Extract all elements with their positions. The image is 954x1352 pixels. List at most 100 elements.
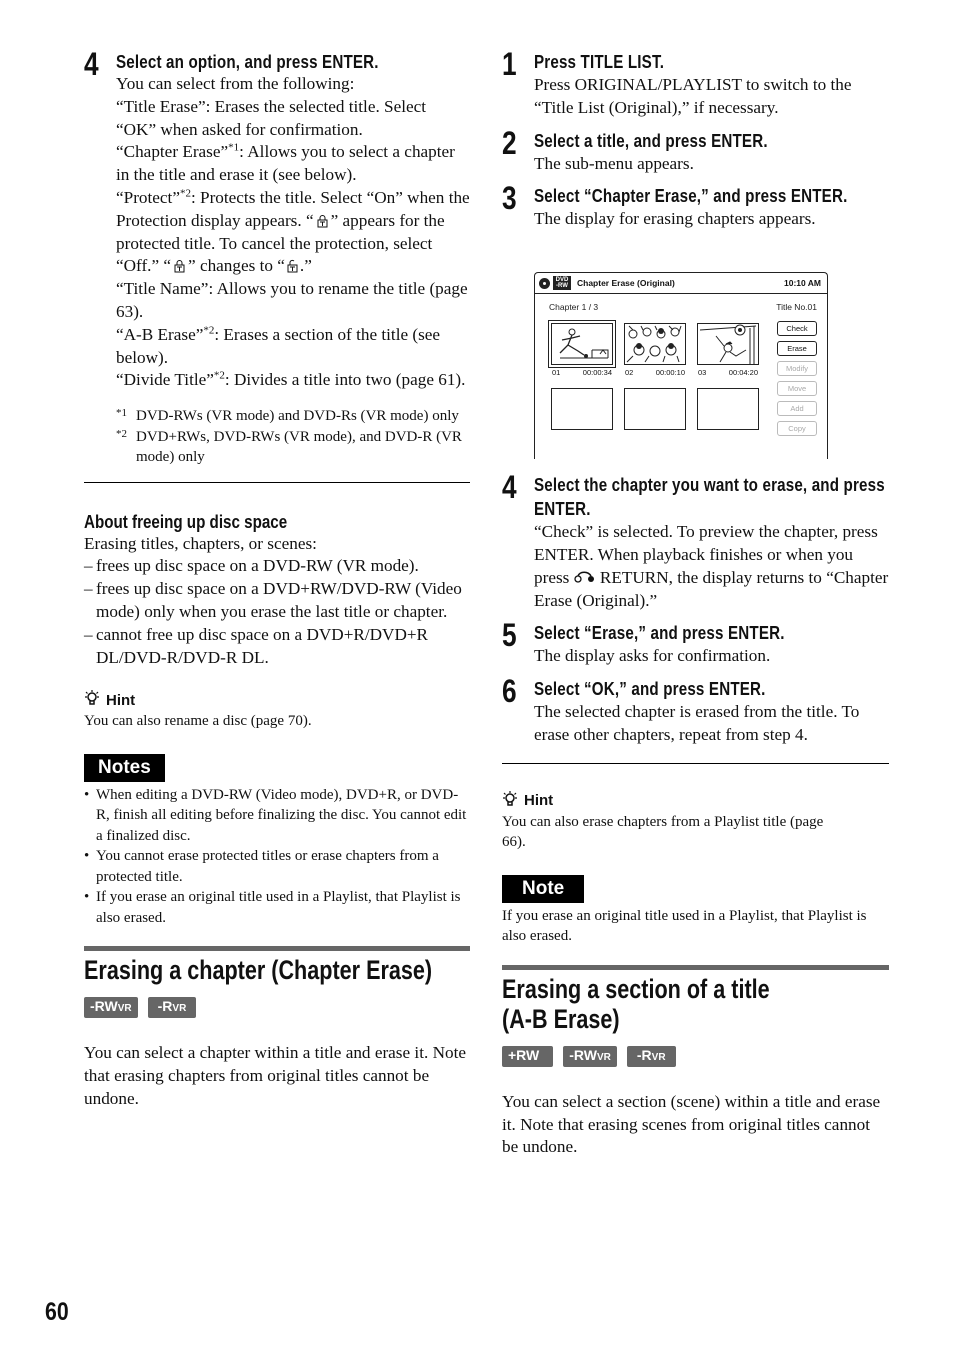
about-heading: About freeing up disc space — [84, 510, 288, 532]
hint-box: Hint You can also rename a disc (page 70… — [84, 689, 470, 732]
hint-text: You can also rename a disc (page 70). — [84, 713, 312, 730]
disc-badge: -RVR — [147, 997, 197, 1019]
empty-thumb-slot — [551, 388, 613, 448]
step-number: 1 — [502, 46, 517, 82]
step-heading: Select a title, and press ENTER. — [534, 129, 768, 151]
option-title-name: “Title Name”: Allows you to rename the t… — [116, 279, 468, 321]
disc-badge: -RWVR — [84, 997, 138, 1019]
empty-thumb-slot — [624, 388, 686, 448]
page-number: 60 — [45, 1298, 69, 1326]
screen-buttons: Check Erase Modify Move Add Copy — [777, 321, 817, 436]
hint-label: Hint — [524, 792, 554, 810]
step-body: The display for erasing chapters appears… — [534, 209, 816, 229]
screen-time: 10:10 AM — [783, 278, 821, 288]
chapter-thumb[interactable]: 03 00:04:20 — [697, 323, 759, 383]
lock-closed-icon — [174, 257, 185, 273]
step-body: “Check” is selected. To preview the chap… — [534, 522, 889, 610]
ab-erase-section: Erasing a section of a title (A-B Erase)… — [502, 964, 889, 1159]
section-text: You can select a section (scene) within … — [502, 1091, 881, 1157]
about-item: – frees up disc space on a DVD+RW/DVD-RW … — [84, 579, 462, 622]
section-bar — [502, 964, 889, 970]
step-body: The sub-menu appears. — [534, 153, 694, 173]
option-divide-title: “Divide Title”*2: Divides a title into t… — [116, 369, 466, 390]
hint-text: You can also erase chapters from a Playl… — [502, 813, 824, 851]
step-1: 1 Press TITLE LIST. Press ORIGINAL/PLAYL… — [502, 46, 889, 120]
note-label: Note — [502, 874, 585, 903]
note-item: • You cannot erase protected titles or er… — [84, 848, 439, 885]
section-text: You can select a chapter within a title … — [84, 1043, 466, 1109]
lock-closed-icon — [317, 212, 328, 228]
step-4-select-option: 4 Select an option, and press ENTER. You… — [84, 46, 470, 468]
disc-badge: +RW — [502, 1045, 554, 1067]
step-body: The display asks for confirmation. — [534, 646, 771, 666]
dvd-rw-icon: DVD -RW — [553, 276, 571, 290]
about-item: – frees up disc space on a DVD-RW (VR mod… — [84, 556, 419, 576]
goalkeeper-image — [698, 324, 758, 364]
erase-button[interactable]: Erase — [777, 341, 817, 356]
step-2: 2 Select a title, and press ENTER. The s… — [502, 125, 889, 176]
notes-label: Notes — [84, 753, 165, 782]
lock-open-icon — [287, 257, 298, 273]
step-6: 6 Select “OK,” and press ENTER. The sele… — [502, 673, 889, 747]
screen-title: Chapter Erase (Original) — [577, 278, 675, 288]
chapter-erase-screen: DVD -RW Chapter Erase (Original) 10:10 A… — [534, 272, 828, 459]
step-heading: Press TITLE LIST. — [534, 51, 665, 72]
chapter-time: 00:04:20 — [728, 368, 758, 377]
disc-badge: -RWVR — [563, 1045, 617, 1067]
section-title-line2: (A-B Erase) — [502, 1003, 620, 1034]
screen-header: DVD -RW Chapter Erase (Original) 10:10 A… — [535, 273, 827, 294]
lightbulb-icon — [502, 790, 518, 812]
empty-thumb-slot — [697, 388, 759, 448]
note-item: • When editing a DVD-RW (Video mode), DVD… — [84, 786, 467, 844]
copy-button[interactable]: Copy — [777, 421, 817, 436]
disc-badges: +RW -RWVR -RVR — [502, 1045, 889, 1067]
footnote-1: *1 DVD-RWs (VR mode) and DVD-Rs (VR mode)… — [116, 407, 459, 425]
hint-box: Hint You can also erase chapters from a … — [502, 790, 889, 853]
step-3: 3 Select “Chapter Erase,” and press ENTE… — [502, 180, 889, 231]
chapter-counter: Chapter 1 / 3 — [549, 302, 599, 312]
chapter-thumb[interactable]: 01 00:00:34 — [548, 320, 616, 383]
chapter-thumbnails: 01 00:00:34 02 00:00:10 03 00:04:20 — [548, 320, 759, 448]
right-column: 1 Press TITLE LIST. Press ORIGINAL/PLAYL… — [502, 46, 889, 1159]
step-number: 6 — [502, 673, 517, 710]
chapter-thumb[interactable]: 02 00:00:10 — [624, 323, 686, 383]
footnote-2: *2 DVD+RWs, DVD-RWs (VR mode), and DVD-R … — [116, 427, 462, 466]
hint-label: Hint — [106, 691, 136, 709]
step-5: 5 Select “Erase,” and press ENTER. The d… — [502, 617, 889, 668]
check-button[interactable]: Check — [777, 321, 817, 336]
notes-box: Notes • When editing a DVD-RW (Video mode… — [84, 753, 470, 929]
disc-badge: -RVR — [626, 1045, 676, 1067]
chapter-time: 00:00:10 — [655, 368, 685, 377]
footnotes: *1 DVD-RWs (VR mode) and DVD-Rs (VR mode)… — [116, 406, 470, 468]
option-title-erase: “Title Erase”: Erases the selected title… — [116, 96, 427, 139]
chapter-number: 02 — [625, 368, 634, 377]
add-button[interactable]: Add — [777, 401, 817, 416]
step-number: 3 — [502, 180, 517, 217]
crowd-image — [625, 324, 685, 364]
step-heading: Select the chapter you want to erase, an… — [534, 474, 885, 520]
step-body: The selected chapter is erased from the … — [534, 702, 860, 744]
about-item: – cannot free up disc space on a DVD+R/DV… — [84, 624, 429, 667]
modify-button[interactable]: Modify — [777, 361, 817, 376]
divider — [502, 762, 889, 764]
chapter-number: 03 — [698, 368, 707, 377]
left-column: 4 Select an option, and press ENTER. You… — [84, 46, 470, 1111]
step-heading: Select an option, and press ENTER. — [116, 51, 379, 72]
divider — [84, 481, 470, 483]
option-protect: “Protect”*2: Protects the title. Select … — [116, 187, 470, 276]
note-box: Note If you erase an original title used… — [502, 874, 889, 947]
section-title: Erasing a chapter (Chapter Erase) — [84, 955, 433, 986]
step-body: You can select from the following: “Titl… — [116, 73, 470, 392]
disc-icon — [539, 277, 550, 289]
move-button[interactable]: Move — [777, 381, 817, 396]
step-number: 4 — [84, 46, 99, 82]
chapter-erase-section: Erasing a chapter (Chapter Erase) -RWVR … — [84, 946, 470, 1110]
lightbulb-icon — [84, 689, 100, 711]
section-title-line1: Erasing a section of a title — [502, 973, 770, 1004]
step-heading: Select “Erase,” and press ENTER. — [534, 622, 785, 644]
return-icon — [573, 568, 596, 587]
step-heading: Select “Chapter Erase,” and press ENTER. — [534, 185, 848, 207]
option-chapter-erase: “Chapter Erase”*1: Allows you to select … — [116, 141, 455, 185]
step-number: 5 — [502, 617, 517, 654]
about-intro: Erasing titles, chapters, or scenes: — [84, 533, 317, 553]
